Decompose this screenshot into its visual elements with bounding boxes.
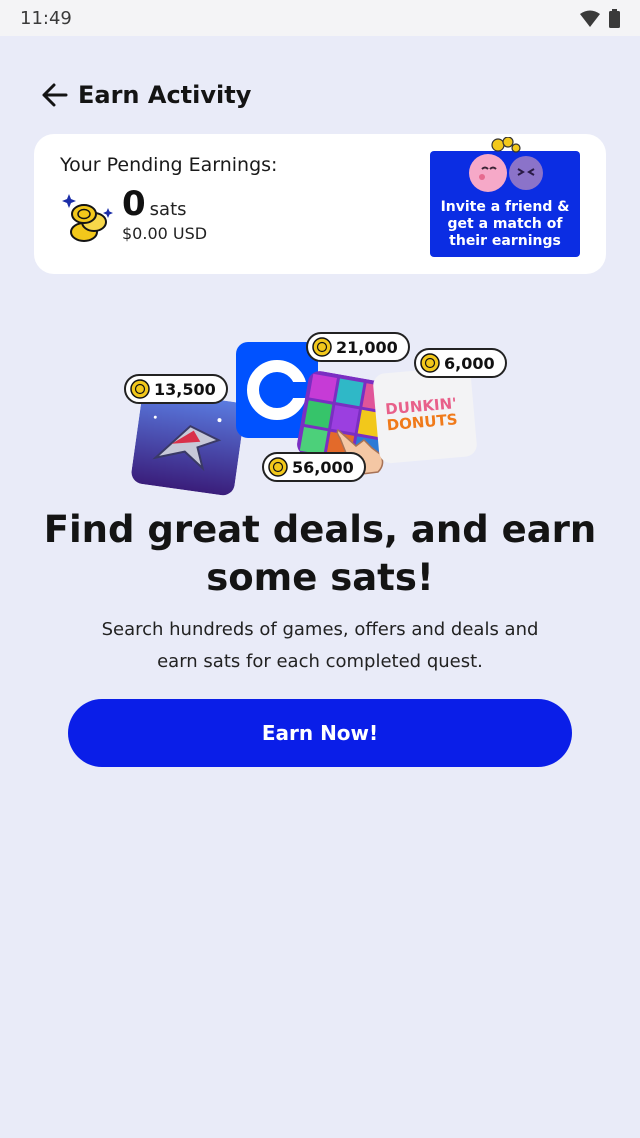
battery-icon xyxy=(609,9,620,28)
status-bar: 11:49 xyxy=(0,0,640,36)
page-title: Earn Activity xyxy=(78,81,252,109)
coin-icon xyxy=(268,457,288,477)
invite-friend-button[interactable]: Invite a friend & get a match of their e… xyxy=(430,137,580,257)
headline: Find great deals, and earn some sats! xyxy=(43,508,597,599)
reward-value: 6,000 xyxy=(444,353,495,373)
invite-text: Invite a friend & get a match of their e… xyxy=(440,199,570,249)
earn-now-label: Earn Now! xyxy=(261,721,379,745)
reward-badge: 13,500 xyxy=(124,374,228,404)
page-header: Earn Activity xyxy=(38,78,251,112)
status-time: 11:49 xyxy=(20,8,72,29)
coin-icon xyxy=(420,353,440,373)
coin-icon xyxy=(130,379,150,399)
pending-earnings-card: Your Pending Earnings: 0 sats $0.00 USD … xyxy=(34,134,606,274)
invite-characters-icon xyxy=(469,137,543,192)
reward-badge: 56,000 xyxy=(262,452,366,482)
sats-unit: sats xyxy=(149,199,187,220)
reward-value: 13,500 xyxy=(154,379,216,399)
arrow-left-icon xyxy=(42,83,68,107)
reward-badge: 21,000 xyxy=(306,332,410,362)
space-shooter-game-tile xyxy=(129,389,247,497)
sats-balance: 0 sats xyxy=(122,184,187,224)
reward-value: 21,000 xyxy=(336,337,398,357)
offers-illustration: DUNKIN' DONUTS 13,500 21,000 56,000 6,00… xyxy=(120,328,520,498)
reward-badge: 6,000 xyxy=(414,348,507,378)
status-icons xyxy=(579,9,620,28)
coins-stack-icon xyxy=(62,194,113,242)
subtext: Search hundreds of games, offers and dea… xyxy=(101,619,539,672)
pending-earnings-label: Your Pending Earnings: xyxy=(60,154,278,176)
usd-value: $0.00 USD xyxy=(122,224,208,243)
dunkin-donuts-tile: DUNKIN' DONUTS xyxy=(372,365,478,465)
reward-value: 56,000 xyxy=(292,457,354,477)
sats-value: 0 xyxy=(122,184,146,224)
wifi-icon xyxy=(580,10,600,27)
earn-now-button[interactable]: Earn Now! xyxy=(68,699,572,767)
dunkin-logo-line-2: DONUTS xyxy=(385,410,459,435)
back-button[interactable] xyxy=(38,79,70,111)
coin-icon xyxy=(312,337,332,357)
